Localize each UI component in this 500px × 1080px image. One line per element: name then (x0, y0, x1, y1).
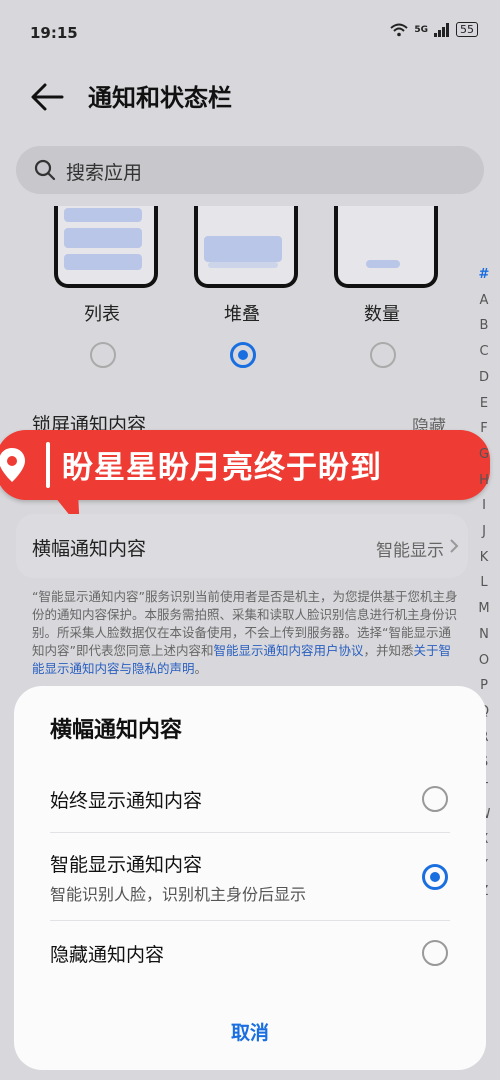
radio-hide[interactable] (422, 940, 448, 966)
style-preview-list[interactable] (54, 206, 158, 288)
index-letter[interactable]: F (476, 416, 492, 442)
battery-icon: 55 (456, 22, 478, 37)
banner-divider (46, 442, 50, 488)
status-bar: 19:15 5G 55 (0, 0, 500, 60)
back-arrow-icon[interactable] (30, 82, 64, 112)
index-letter[interactable]: # (476, 262, 492, 288)
banner-content-sheet: 横幅通知内容 始终显示通知内容 智能显示通知内容 智能识别人脸，识别机主身份后显… (14, 686, 486, 1070)
index-letter[interactable]: C (476, 339, 492, 365)
style-radio-stack[interactable] (230, 342, 256, 368)
divider (50, 832, 450, 833)
index-letter[interactable]: J (476, 519, 492, 545)
style-label-list: 列表 (84, 304, 120, 325)
option-title: 隐藏通知内容 (50, 944, 165, 966)
system-icons: 5G 55 (390, 22, 478, 37)
banner-content-row[interactable]: 横幅通知内容 智能显示 (16, 514, 468, 578)
overlay-banner: 盼星星盼月亮终于盼到 (0, 430, 490, 500)
index-letter[interactable]: O (476, 648, 492, 674)
index-letter[interactable]: N (476, 622, 492, 648)
option-subtitle: 智能识别人脸，识别机主身份后显示 (50, 885, 307, 904)
option-title: 始终显示通知内容 (50, 790, 203, 812)
search-bar[interactable]: 搜索应用 (16, 146, 484, 194)
wifi-icon (390, 23, 409, 36)
style-label-count: 数量 (364, 304, 400, 325)
privacy-middle: ，并知悉 (363, 643, 414, 658)
style-label-stack: 堆叠 (224, 304, 260, 325)
network-label: 5G (414, 24, 428, 35)
privacy-note: “智能显示通知内容”服务识别当前使用者是否是机主，为您提供基于您机主身份的通知内… (32, 588, 462, 678)
sheet-title: 横幅通知内容 (50, 718, 183, 743)
radio-smart-show[interactable] (422, 864, 448, 890)
privacy-end: 。 (194, 661, 208, 676)
header: 通知和状态栏 (0, 70, 500, 126)
notification-style-picker: 列表 堆叠 数量 (16, 196, 466, 386)
index-letter[interactable]: A (476, 288, 492, 314)
user-agreement-link[interactable]: 智能显示通知内容用户协议 (213, 643, 363, 658)
option-hide[interactable]: 隐藏通知内容 (50, 940, 450, 967)
radio-always-show[interactable] (422, 786, 448, 812)
index-letter[interactable]: K (476, 545, 492, 571)
cancel-button[interactable]: 取消 (14, 1018, 486, 1045)
style-preview-count[interactable] (334, 206, 438, 288)
index-letter[interactable]: D (476, 365, 492, 391)
option-smart-show[interactable]: 智能显示通知内容 智能识别人脸，识别机主身份后显示 (50, 850, 450, 905)
option-always-show[interactable]: 始终显示通知内容 (50, 786, 450, 813)
index-letter[interactable]: H (476, 468, 492, 494)
search-placeholder: 搜索应用 (66, 162, 143, 184)
signal-icon (434, 22, 449, 37)
location-pin-icon (0, 448, 25, 482)
index-letter[interactable]: L (476, 570, 492, 596)
index-letter[interactable]: G (476, 442, 492, 468)
index-letter[interactable]: B (476, 313, 492, 339)
index-letter[interactable]: I (476, 493, 492, 519)
status-time: 19:15 (30, 24, 78, 42)
banner-content-label: 横幅通知内容 (32, 538, 147, 560)
style-radio-list[interactable] (90, 342, 116, 368)
banner-content-value: 智能显示 (376, 541, 444, 561)
chevron-right-icon (450, 539, 459, 553)
index-letter[interactable]: E (476, 391, 492, 417)
style-radio-count[interactable] (370, 342, 396, 368)
index-letter[interactable]: M (476, 596, 492, 622)
style-preview-stack[interactable] (194, 206, 298, 288)
divider (50, 920, 450, 921)
page-title: 通知和状态栏 (88, 84, 232, 112)
option-title: 智能显示通知内容 (50, 854, 203, 876)
search-icon (34, 159, 56, 181)
banner-text: 盼星星盼月亮终于盼到 (62, 450, 382, 486)
